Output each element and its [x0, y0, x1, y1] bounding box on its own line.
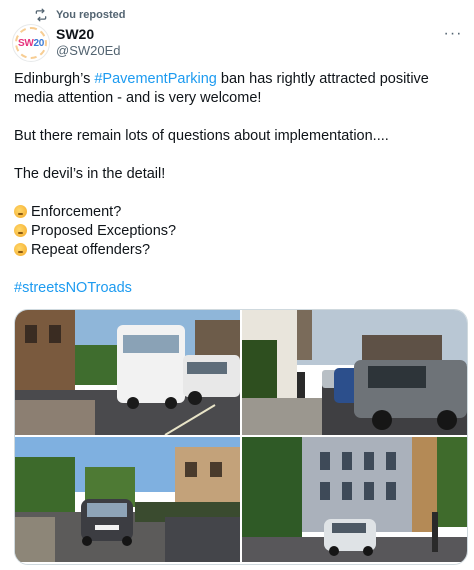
photo-cars-parked-on-pavement — [242, 310, 467, 435]
media-grid — [14, 309, 468, 565]
display-name[interactable]: SW20 — [56, 26, 94, 42]
handle[interactable]: @SW20Ed — [56, 43, 121, 58]
hashtag-link-streetsnotroads[interactable]: #streetsNOTroads — [14, 280, 132, 296]
more-options-button[interactable]: ··· — [442, 25, 464, 42]
photo-van-on-pavement — [15, 310, 240, 435]
photo-car-by-tenement — [242, 437, 467, 562]
tweet-paragraph-1: Edinburgh’s #PavementParking ban has rig… — [14, 71, 429, 106]
media-photo-4[interactable] — [242, 437, 467, 562]
tweet-text: Edinburgh’s #PavementParking ban has rig… — [14, 70, 460, 298]
hashtag-link-pavementparking[interactable]: #PavementParking — [94, 71, 217, 87]
question-item: Repeat offenders? — [14, 241, 460, 260]
avatar[interactable]: SW20 — [12, 24, 50, 62]
tweet-paragraph-3: The devil’s in the detail! — [14, 166, 166, 182]
question-item: Proposed Exceptions? — [14, 222, 460, 241]
media-photo-1[interactable] — [15, 310, 240, 435]
repost-icon — [35, 8, 47, 22]
thinking-face-icon — [14, 243, 27, 256]
repost-label: You reposted — [56, 9, 126, 21]
media-photo-3[interactable] — [15, 437, 240, 562]
thinking-face-icon — [14, 205, 27, 218]
tweet-paragraph-2: But there remain lots of questions about… — [14, 128, 389, 144]
media-photo-2[interactable] — [242, 310, 467, 435]
avatar-ring — [15, 27, 47, 59]
question-list: Enforcement? Proposed Exceptions? Repeat… — [14, 203, 460, 260]
thinking-face-icon — [14, 224, 27, 237]
photo-car-on-street — [15, 437, 240, 562]
hashtag-streetsnotroads: #streetsNOTroads — [14, 279, 460, 298]
repost-indicator[interactable]: You reposted — [34, 8, 125, 22]
question-item: Enforcement? — [14, 203, 460, 222]
